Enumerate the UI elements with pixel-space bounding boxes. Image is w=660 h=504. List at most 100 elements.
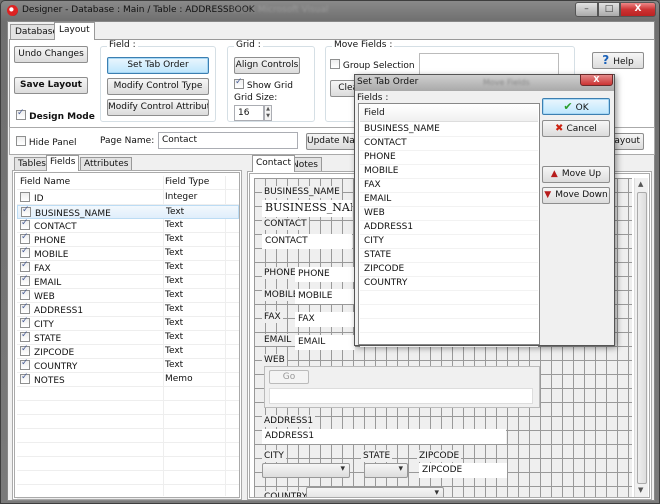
web-control-group[interactable]: Go: [264, 366, 540, 408]
phone-label[interactable]: PHONE: [262, 267, 298, 279]
move-down-button[interactable]: ▼ Move Down: [542, 187, 610, 204]
ok-button[interactable]: ✔ OK: [542, 98, 610, 115]
contact-label[interactable]: CONTACT: [262, 218, 309, 230]
country-label[interactable]: COUNTRY: [262, 491, 310, 497]
city-combo[interactable]: [262, 463, 350, 478]
field-visible-checkbox[interactable]: [20, 260, 30, 272]
tab-order-item[interactable]: STATE: [360, 249, 538, 263]
group-selection-checkbox[interactable]: [330, 59, 340, 69]
address1-field[interactable]: ADDRESS1: [262, 429, 506, 444]
city-label[interactable]: CITY: [262, 450, 286, 462]
field-row[interactable]: ZIPCODE Text: [17, 344, 239, 359]
field-visible-checkbox[interactable]: [20, 246, 30, 258]
show-grid-toggle[interactable]: Show Grid: [234, 77, 293, 91]
field-visible-checkbox[interactable]: [20, 218, 30, 230]
tab-order-item[interactable]: MOBILE: [360, 165, 538, 179]
design-mode-toggle[interactable]: Design Mode: [16, 108, 95, 122]
designer-vertical-scrollbar[interactable]: ▲ ▼: [634, 178, 648, 497]
field-row[interactable]: ADDRESS1 Text: [17, 302, 239, 317]
tab-order-item[interactable]: ADDRESS1: [360, 221, 538, 235]
undo-changes-button[interactable]: Undo Changes: [14, 46, 88, 63]
page-name-input[interactable]: Contact: [158, 132, 298, 149]
field-row[interactable]: MOBILE Text: [17, 246, 239, 261]
tab-contact[interactable]: Contact: [252, 155, 296, 172]
tab-order-item[interactable]: EMAIL: [360, 193, 538, 207]
zipcode-field[interactable]: ZIPCODE: [419, 463, 507, 478]
tab-attributes[interactable]: Attributes: [80, 157, 133, 171]
show-grid-checkbox[interactable]: [234, 77, 244, 89]
grid-size-spinner[interactable]: ▲ ▼: [264, 105, 272, 121]
state-combo[interactable]: [364, 463, 408, 478]
web-url-field[interactable]: [269, 388, 533, 404]
dialog-title-bar[interactable]: Set Tab Order Move Fields X: [355, 74, 614, 91]
group-selection-toggle[interactable]: Group Selection: [330, 59, 415, 71]
tab-order-item[interactable]: CONTACT: [360, 137, 538, 151]
move-up-button[interactable]: ▲ Move Up: [542, 166, 610, 183]
field-visible-checkbox[interactable]: [20, 232, 30, 244]
field-visible-checkbox[interactable]: [20, 316, 30, 328]
field-row[interactable]: FAX Text: [17, 260, 239, 275]
minimize-button[interactable]: –: [575, 2, 598, 17]
field-visible-checkbox[interactable]: [20, 372, 30, 384]
field-row[interactable]: PHONE Text: [17, 232, 239, 247]
align-controls-button[interactable]: Align Controls: [234, 57, 300, 74]
save-layout-button[interactable]: Save Layout: [14, 77, 88, 94]
help-button[interactable]: ? Help: [592, 52, 644, 69]
fax-label[interactable]: FAX: [262, 311, 283, 323]
field-row[interactable]: BUSINESS_NAME Text: [17, 205, 239, 219]
tab-order-item[interactable]: COUNTRY: [360, 277, 538, 291]
modify-control-attributes-button[interactable]: Modify Control Attributes: [107, 99, 209, 116]
go-button[interactable]: Go: [269, 370, 309, 384]
modify-control-type-button[interactable]: Modify Control Type: [107, 78, 209, 95]
email-label[interactable]: EMAIL: [262, 334, 294, 346]
field-row[interactable]: WEB Text: [17, 288, 239, 303]
zipcode-label[interactable]: ZIPCODE: [417, 450, 462, 462]
field-visible-checkbox[interactable]: [20, 344, 30, 356]
scroll-down-icon[interactable]: ▼: [638, 486, 643, 494]
email-field[interactable]: EMAIL: [295, 335, 355, 350]
tab-order-item[interactable]: ZIPCODE: [360, 263, 538, 277]
address1-label[interactable]: ADDRESS1: [262, 415, 316, 427]
business-name-field[interactable]: BUSINESS_NAME: [262, 200, 352, 217]
country-combo[interactable]: [306, 487, 444, 497]
tab-order-item[interactable]: WEB: [360, 207, 538, 221]
hide-panel-toggle[interactable]: Hide Panel: [16, 136, 77, 148]
mobile-field[interactable]: MOBILE: [295, 289, 355, 304]
state-label[interactable]: STATE: [361, 450, 393, 462]
field-visible-checkbox[interactable]: [20, 330, 30, 342]
field-row[interactable]: COUNTRY Text: [17, 358, 239, 373]
field-row[interactable]: NOTES Memo: [17, 372, 239, 387]
tab-tables[interactable]: Tables: [14, 157, 50, 171]
contact-field[interactable]: CONTACT: [262, 234, 352, 249]
tab-fields[interactable]: Fields: [46, 155, 80, 171]
scroll-thumb[interactable]: [637, 192, 647, 484]
tab-order-list[interactable]: Field BUSINESS_NAME CONTACT PHONE MOBILE FAX…: [358, 103, 540, 347]
field-visible-checkbox[interactable]: [20, 274, 30, 286]
tab-order-item[interactable]: CITY: [360, 235, 538, 249]
fax-field[interactable]: FAX: [295, 312, 355, 327]
scroll-up-icon[interactable]: ▲: [638, 180, 643, 188]
business-name-label[interactable]: BUSINESS_NAME: [262, 186, 342, 198]
design-mode-checkbox[interactable]: [16, 108, 26, 120]
tab-order-item[interactable]: BUSINESS_NAME: [360, 123, 538, 137]
grid-size-input[interactable]: 16: [234, 105, 264, 121]
field-visible-checkbox[interactable]: [20, 288, 30, 300]
tab-layout[interactable]: Layout: [54, 22, 95, 40]
field-visible-checkbox[interactable]: [20, 302, 30, 314]
tab-order-item[interactable]: FAX: [360, 179, 538, 193]
field-row[interactable]: CONTACT Text: [17, 218, 239, 233]
web-label[interactable]: WEB: [262, 354, 287, 366]
field-visible-checkbox[interactable]: [21, 205, 31, 217]
hide-panel-checkbox[interactable]: [16, 136, 26, 146]
field-row[interactable]: STATE Text: [17, 330, 239, 345]
field-row[interactable]: CITY Text: [17, 316, 239, 331]
field-row[interactable]: ID Integer: [17, 191, 239, 205]
phone-field[interactable]: PHONE: [295, 267, 355, 282]
set-tab-order-button[interactable]: Set Tab Order: [107, 57, 209, 74]
field-visible-checkbox[interactable]: [20, 192, 30, 202]
field-visible-checkbox[interactable]: [20, 358, 30, 370]
dialog-close-button[interactable]: X: [580, 74, 613, 86]
maximize-button[interactable]: □: [598, 2, 620, 17]
field-row[interactable]: EMAIL Text: [17, 274, 239, 289]
cancel-button[interactable]: ✖ Cancel: [542, 120, 610, 137]
